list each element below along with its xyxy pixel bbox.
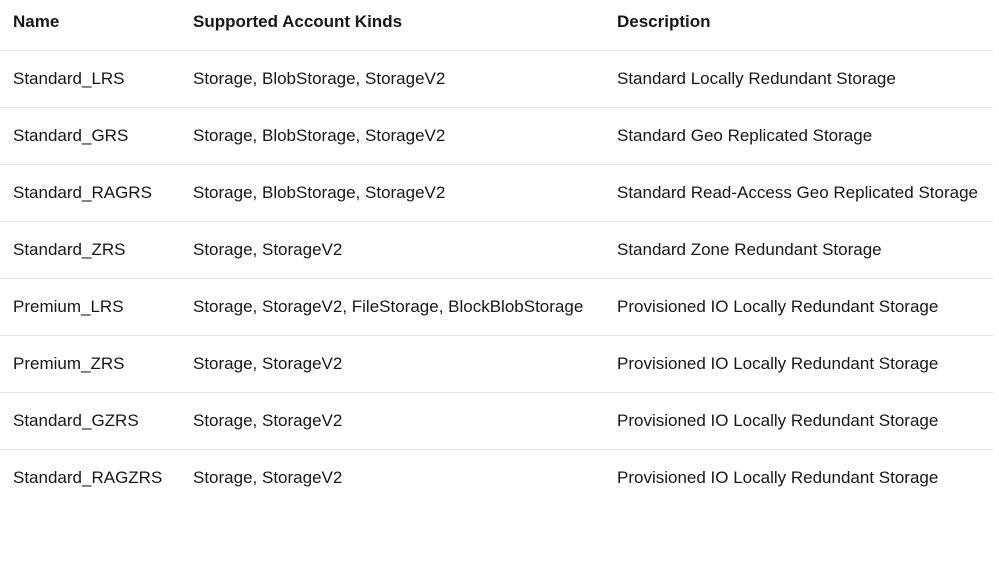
table-row: Standard_ZRS Storage, StorageV2 Standard… [0, 221, 993, 279]
sku-table-container: Name Supported Account Kinds Description… [0, 0, 993, 506]
table-row: Standard_GZRS Storage, StorageV2 Provisi… [0, 392, 993, 450]
cell-description: Standard Locally Redundant Storage [604, 50, 993, 108]
cell-description: Standard Geo Replicated Storage [604, 107, 993, 165]
table-row: Standard_GRS Storage, BlobStorage, Stora… [0, 107, 993, 165]
cell-name: Standard_LRS [0, 50, 180, 108]
sku-table: Name Supported Account Kinds Description… [0, 0, 993, 506]
cell-name: Standard_RAGRS [0, 164, 180, 222]
table-row: Standard_RAGRS Storage, BlobStorage, Sto… [0, 164, 993, 222]
cell-description: Provisioned IO Locally Redundant Storage [617, 468, 939, 487]
cell-name: Standard_GZRS [0, 392, 180, 450]
cell-account-kinds: Storage, StorageV2 [193, 468, 343, 487]
table-row: Standard_RAGZRS Storage, StorageV2 Provi… [0, 450, 993, 507]
cell-name: Standard_GRS [0, 107, 180, 165]
header-supported-account-kinds: Supported Account Kinds [180, 0, 604, 51]
cell-description: Provisioned IO Locally Redundant Storage [604, 392, 993, 450]
table-header-row: Name Supported Account Kinds Description [0, 0, 993, 51]
cell-description: Provisioned IO Locally Redundant Storage [604, 278, 993, 336]
cell-description: Standard Zone Redundant Storage [604, 221, 993, 279]
cell-account-kinds: Storage, StorageV2 [180, 335, 604, 393]
header-name: Name [0, 0, 180, 51]
cell-description: Standard Read-Access Geo Replicated Stor… [604, 164, 993, 222]
cell-name: Standard_ZRS [0, 221, 180, 279]
table-row: Premium_ZRS Storage, StorageV2 Provision… [0, 335, 993, 393]
cell-account-kinds: Storage, BlobStorage, StorageV2 [180, 164, 604, 222]
cell-account-kinds: Storage, StorageV2 [180, 221, 604, 279]
header-description: Description [604, 0, 993, 51]
cell-account-kinds: Storage, StorageV2, FileStorage, BlockBl… [180, 278, 604, 336]
cell-account-kinds: Storage, BlobStorage, StorageV2 [180, 50, 604, 108]
cell-account-kinds: Storage, StorageV2 [180, 392, 604, 450]
table-row: Standard_LRS Storage, BlobStorage, Stora… [0, 50, 993, 108]
table-row: Premium_LRS Storage, StorageV2, FileStor… [0, 278, 993, 336]
cell-name: Premium_ZRS [0, 335, 180, 393]
cell-description: Provisioned IO Locally Redundant Storage [604, 335, 993, 393]
cell-name: Premium_LRS [0, 278, 180, 336]
cell-name: Standard_RAGZRS [13, 468, 163, 487]
cell-account-kinds: Storage, BlobStorage, StorageV2 [180, 107, 604, 165]
